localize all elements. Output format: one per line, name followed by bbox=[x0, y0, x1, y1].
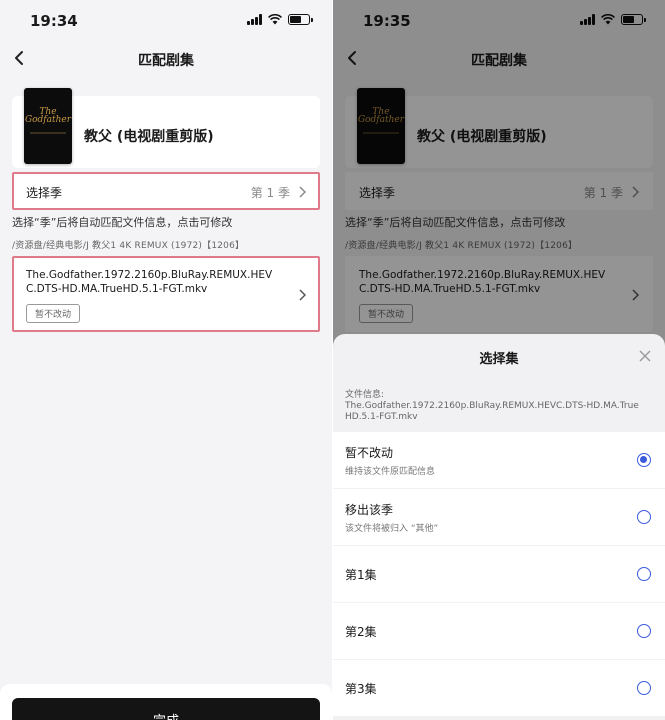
option-episode-3[interactable]: 第3集 bbox=[333, 660, 665, 717]
signal-icon bbox=[247, 14, 262, 25]
radio-unselected[interactable] bbox=[637, 567, 651, 581]
option-keep[interactable]: 暂不改动 维持该文件原匹配信息 bbox=[333, 432, 665, 489]
episode-picker-sheet: 选择集 文件信息: The.Godfather.1972.2160p.BluRa… bbox=[333, 334, 665, 720]
done-button[interactable]: 完成 bbox=[12, 698, 320, 720]
poster-image: The Godfather bbox=[24, 88, 72, 164]
status-time: 19:34 bbox=[30, 12, 78, 30]
option-subtitle: 维持该文件原匹配信息 bbox=[345, 467, 436, 477]
option-title: 第3集 bbox=[345, 682, 377, 696]
file-item[interactable]: The.Godfather.1972.2160p.BluRay.REMUX.HE… bbox=[12, 256, 320, 332]
radio-selected[interactable] bbox=[637, 453, 651, 467]
hint-text: 选择“季”后将自动匹配文件信息，点击可修改 bbox=[12, 216, 233, 229]
file-info: 文件信息: The.Godfather.1972.2160p.BluRay.RE… bbox=[345, 390, 645, 423]
radio-unselected[interactable] bbox=[637, 681, 651, 695]
file-name: The.Godfather.1972.2160p.BluRay.REMUX.HE… bbox=[26, 269, 273, 295]
wifi-icon bbox=[268, 14, 282, 25]
option-episode-1[interactable]: 第1集 bbox=[333, 546, 665, 603]
season-label: 选择季 bbox=[26, 186, 63, 200]
option-subtitle: 该文件将被归入 “其他” bbox=[345, 524, 439, 534]
season-selector[interactable]: 选择季 第 1 季 bbox=[12, 172, 320, 210]
radio-unselected[interactable] bbox=[637, 510, 651, 524]
chevron-right-icon bbox=[299, 186, 306, 198]
poster-decoration bbox=[30, 132, 66, 134]
file-info-value: The.Godfather.1972.2160p.BluRay.REMUX.HE… bbox=[345, 401, 639, 422]
option-episode-2[interactable]: 第2集 bbox=[333, 603, 665, 660]
status-icons bbox=[247, 14, 313, 25]
file-info-label: 文件信息: bbox=[345, 390, 385, 400]
show-card: The Godfather 教父 (电视剧重剪版) bbox=[12, 88, 320, 168]
left-phone-screen: 19:34 匹配剧集 The Godfather 教父 (电视剧重剪版) 选择季… bbox=[0, 0, 332, 720]
sheet-title: 选择集 bbox=[479, 352, 519, 367]
battery-icon bbox=[288, 14, 313, 25]
close-icon[interactable] bbox=[639, 350, 651, 362]
show-title: 教父 (电视剧重剪版) bbox=[84, 129, 214, 145]
file-path: /资源盘/经典电影/J 教父1 4K REMUX (1972)【1206】 bbox=[12, 241, 245, 251]
screenshot-comparison: 19:34 匹配剧集 The Godfather 教父 (电视剧重剪版) 选择季… bbox=[0, 0, 665, 720]
file-status-badge: 暂不改动 bbox=[26, 304, 81, 323]
option-title: 移出该季 bbox=[345, 503, 394, 517]
option-title: 第1集 bbox=[345, 568, 377, 582]
status-bar: 19:34 bbox=[0, 0, 332, 40]
chevron-right-icon bbox=[299, 289, 306, 301]
season-value: 第 1 季 bbox=[250, 186, 290, 200]
option-title: 第2集 bbox=[345, 625, 377, 639]
episode-option-list: 暂不改动 维持该文件原匹配信息 移出该季 该文件将被归入 “其他” 第1集 第2… bbox=[333, 432, 665, 717]
poster-logo: The Godfather bbox=[24, 107, 72, 125]
radio-unselected[interactable] bbox=[637, 624, 651, 638]
right-phone-screen: 19:35 匹配剧集 The Godfather 教父 (电视剧重剪版) 选择季… bbox=[333, 0, 665, 720]
page-title: 匹配剧集 bbox=[138, 53, 194, 69]
option-title: 暂不改动 bbox=[345, 446, 394, 460]
option-remove-from-season[interactable]: 移出该季 该文件将被归入 “其他” bbox=[333, 489, 665, 546]
nav-bar: 匹配剧集 bbox=[0, 40, 332, 76]
